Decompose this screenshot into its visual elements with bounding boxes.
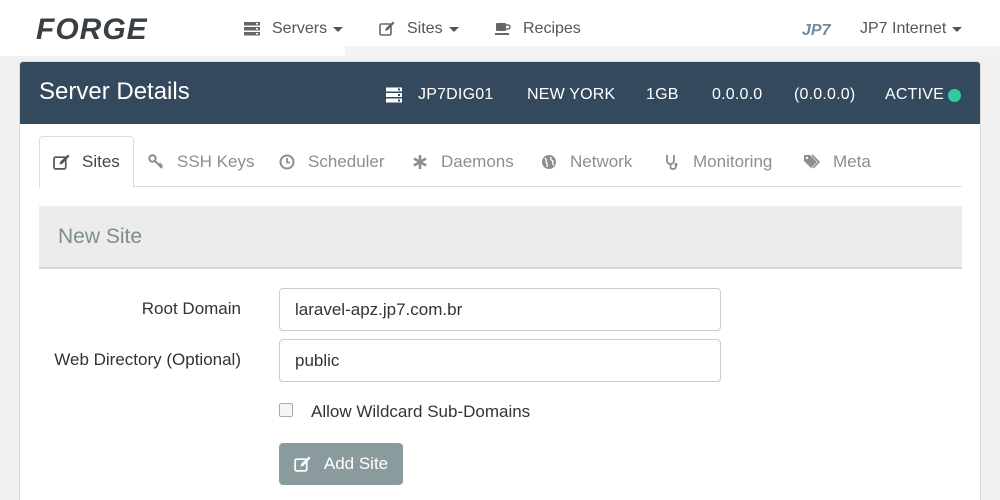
root-domain-label: Root Domain [141,299,241,318]
nav-servers-dropdown[interactable]: Servers [243,15,344,43]
tab-scheduler-label: Scheduler [308,151,385,171]
web-directory-input[interactable] [279,339,721,382]
user-team-logo: JP7 [802,22,832,38]
tab-sites[interactable]: Sites [39,136,134,188]
chevron-down-icon [448,26,459,32]
tab-network-label: Network [570,151,633,171]
svg-text:JP7: JP7 [802,22,832,38]
nav-user-dropdown[interactable]: JP7 JP7 Internet [802,15,963,43]
wildcard-checkbox-label[interactable]: Allow Wildcard Sub-Domains [311,402,530,422]
server-details-panel: Server Details JP7DIG01 NEW YORK 1GB 0.0… [19,61,981,500]
tab-ssh-keys[interactable]: SSH Keys [147,136,254,187]
tab-daemons[interactable]: Daemons [411,136,514,187]
add-site-button[interactable]: Add Site [279,443,403,485]
nav-servers-label: Servers [272,20,328,37]
nav-recipes-label: Recipes [523,20,581,37]
tab-meta[interactable]: Meta [803,136,871,187]
server-size: 1GB [646,86,679,103]
tab-daemons-label: Daemons [441,151,514,171]
nav-sites-dropdown[interactable]: Sites [378,15,459,43]
server-tabs: Sites SSH Keys Scheduler Daemons Network [39,136,962,188]
nav-sites-label: Sites [407,20,443,37]
nav-user-label: JP7 Internet [860,20,947,37]
server-name: JP7DIG01 [418,86,494,103]
new-site-title: New Site [58,225,143,248]
tab-monitoring[interactable]: Monitoring [663,136,772,187]
globe-icon [540,153,558,171]
chevron-down-icon [333,26,344,32]
top-navbar: FORGE Servers Sites Recipes JP7 JP7 Inte… [0,0,1000,56]
tab-scheduler[interactable]: Scheduler [278,136,385,187]
page-title: Server Details [39,78,190,105]
asterisk-icon [411,153,429,171]
root-domain-input[interactable] [279,288,721,331]
key-icon [147,153,165,171]
server-ip: 0.0.0.0 [712,86,763,103]
tab-ssh-keys-label: SSH Keys [177,151,255,171]
server-private-ip: (0.0.0.0) [794,86,856,103]
clock-icon [278,153,296,171]
wildcard-checkbox[interactable] [279,403,293,417]
forge-logo[interactable]: FORGE [34,11,174,45]
edit-icon [378,20,396,38]
server-icon [386,87,402,103]
edit-icon [52,153,70,171]
nav-recipes-link[interactable]: Recipes [494,15,581,43]
status-badge: ACTIVE [885,86,944,103]
tab-sites-label: Sites [82,152,120,171]
stethoscope-icon [663,153,681,171]
panel-header: Server Details JP7DIG01 NEW YORK 1GB 0.0… [20,62,980,124]
add-site-label: Add Site [323,454,389,473]
tab-network[interactable]: Network [540,136,632,187]
web-directory-label: Web Directory (Optional) [54,350,241,369]
server-location: NEW YORK [527,86,616,103]
server-icon [243,20,261,38]
svg-text:FORGE: FORGE [36,13,148,45]
chevron-down-icon [952,26,963,32]
tab-monitoring-label: Monitoring [693,151,773,171]
edit-icon [294,455,312,473]
navbar-shade [345,46,1000,56]
new-site-heading: New Site [39,206,962,269]
tab-meta-label: Meta [833,151,871,171]
tags-icon [803,153,821,171]
status-dot-icon [948,89,961,102]
coffee-icon [494,20,512,38]
